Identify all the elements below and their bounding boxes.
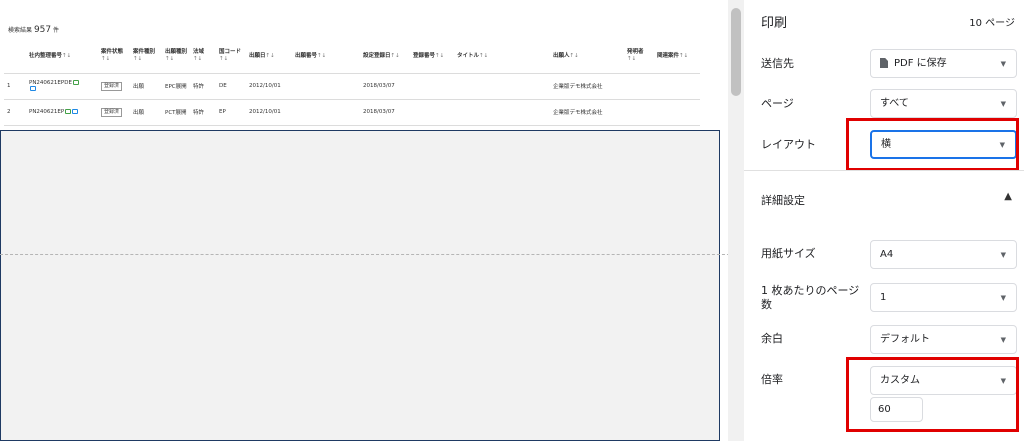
col-header-index: [4, 40, 26, 74]
destination-select[interactable]: PDF に保存 ▼: [870, 49, 1017, 78]
section-divider: [744, 170, 1024, 171]
status-badge: 登録済: [101, 81, 123, 91]
layout-highlight-box: [846, 118, 1019, 171]
table-header-row: 社内整理番号↑↓ 案件状態↑↓ 案件種別↑↓ 出願種別↑↓ 法域↑↓ 国コード↑…: [4, 40, 700, 74]
col-header[interactable]: 法域↑↓: [190, 40, 216, 74]
print-settings-panel: 印刷 10 ページ 送信先 PDF に保存 ▼ ページ すべて ▼ レイアウト …: [744, 0, 1024, 441]
results-table: 社内整理番号↑↓ 案件状態↑↓ 案件種別↑↓ 出願種別↑↓ 法域↑↓ 国コード↑…: [4, 40, 700, 126]
col-header[interactable]: タイトル↑↓: [454, 40, 550, 74]
table-row: 2 PN240621EP 登録済 出願 PCT展開 特許 EP 2012/10/…: [4, 99, 700, 126]
col-header[interactable]: 出願種別↑↓: [162, 40, 190, 74]
dropdown-arrow-icon: ▼: [1000, 336, 1006, 344]
col-header[interactable]: 出願番号↑↓: [292, 40, 360, 74]
document-icon: [880, 58, 888, 68]
advanced-settings-label[interactable]: 詳細設定: [761, 192, 805, 208]
col-header[interactable]: 出願日↑↓: [246, 40, 292, 74]
col-header[interactable]: 国コード↑↓: [216, 40, 246, 74]
col-header[interactable]: 登録番号↑↓: [410, 40, 454, 74]
print-dialog: 検索結果 957 件 社内整理番号↑↓ 案件状態↑↓ 案件種別↑↓ 出願種別↑↓…: [0, 0, 1024, 441]
memo-icon[interactable]: [72, 80, 79, 85]
margins-select[interactable]: デフォルト ▼: [870, 325, 1017, 354]
page-break-line: [0, 254, 740, 255]
case-number-cell[interactable]: PN240621EPDE: [26, 73, 98, 100]
result-count: 検索結果 957 件: [8, 25, 60, 35]
memo-icon[interactable]: [65, 109, 72, 114]
paper-size-select[interactable]: A4 ▼: [870, 240, 1017, 269]
destination-label: 送信先: [761, 57, 794, 70]
pages-label: ページ: [761, 97, 794, 110]
preview-page-outline: [0, 130, 720, 441]
scale-label: 倍率: [761, 373, 783, 386]
scrollbar-thumb[interactable]: [731, 8, 741, 96]
dropdown-arrow-icon: ▼: [1000, 100, 1006, 108]
col-header[interactable]: 案件状態↑↓: [98, 40, 130, 74]
col-header[interactable]: 社内整理番号↑↓: [26, 40, 98, 74]
paper-size-label: 用紙サイズ: [761, 247, 816, 260]
pages-select[interactable]: すべて ▼: [870, 89, 1017, 118]
pages-per-sheet-select[interactable]: 1 ▼: [870, 283, 1017, 312]
dropdown-arrow-icon: ▼: [1000, 294, 1006, 302]
dropdown-arrow-icon: ▼: [1000, 60, 1006, 68]
status-badge: 登録済: [101, 107, 123, 117]
col-header[interactable]: 案件種別↑↓: [130, 40, 162, 74]
preview-scrollbar[interactable]: [728, 0, 744, 441]
dropdown-arrow-icon: ▼: [1000, 251, 1006, 259]
page-count: 10 ページ: [969, 18, 1015, 29]
window-icon[interactable]: [30, 86, 36, 91]
col-header[interactable]: 設定登録日↑↓: [360, 40, 410, 74]
chevron-up-icon[interactable]: ▲: [1004, 191, 1012, 202]
panel-title: 印刷: [761, 16, 788, 31]
layout-label: レイアウト: [761, 138, 816, 151]
case-number-cell[interactable]: PN240621EP: [26, 99, 98, 126]
pages-per-sheet-label: 1 枚あたりのページ数: [761, 284, 860, 311]
col-header[interactable]: 発明者↑↓: [624, 40, 654, 74]
window-icon[interactable]: [72, 109, 79, 114]
table-row: 1 PN240621EPDE 登録済 出願 EPC展開 特許 DE 2012/1…: [4, 73, 700, 100]
col-header[interactable]: 関連案件↑↓: [654, 40, 700, 74]
scale-highlight-box: [846, 357, 1019, 432]
col-header[interactable]: 出願人↑↓: [550, 40, 624, 74]
margins-label: 余白: [761, 332, 783, 345]
print-preview: 検索結果 957 件 社内整理番号↑↓ 案件状態↑↓ 案件種別↑↓ 出願種別↑↓…: [0, 0, 740, 441]
